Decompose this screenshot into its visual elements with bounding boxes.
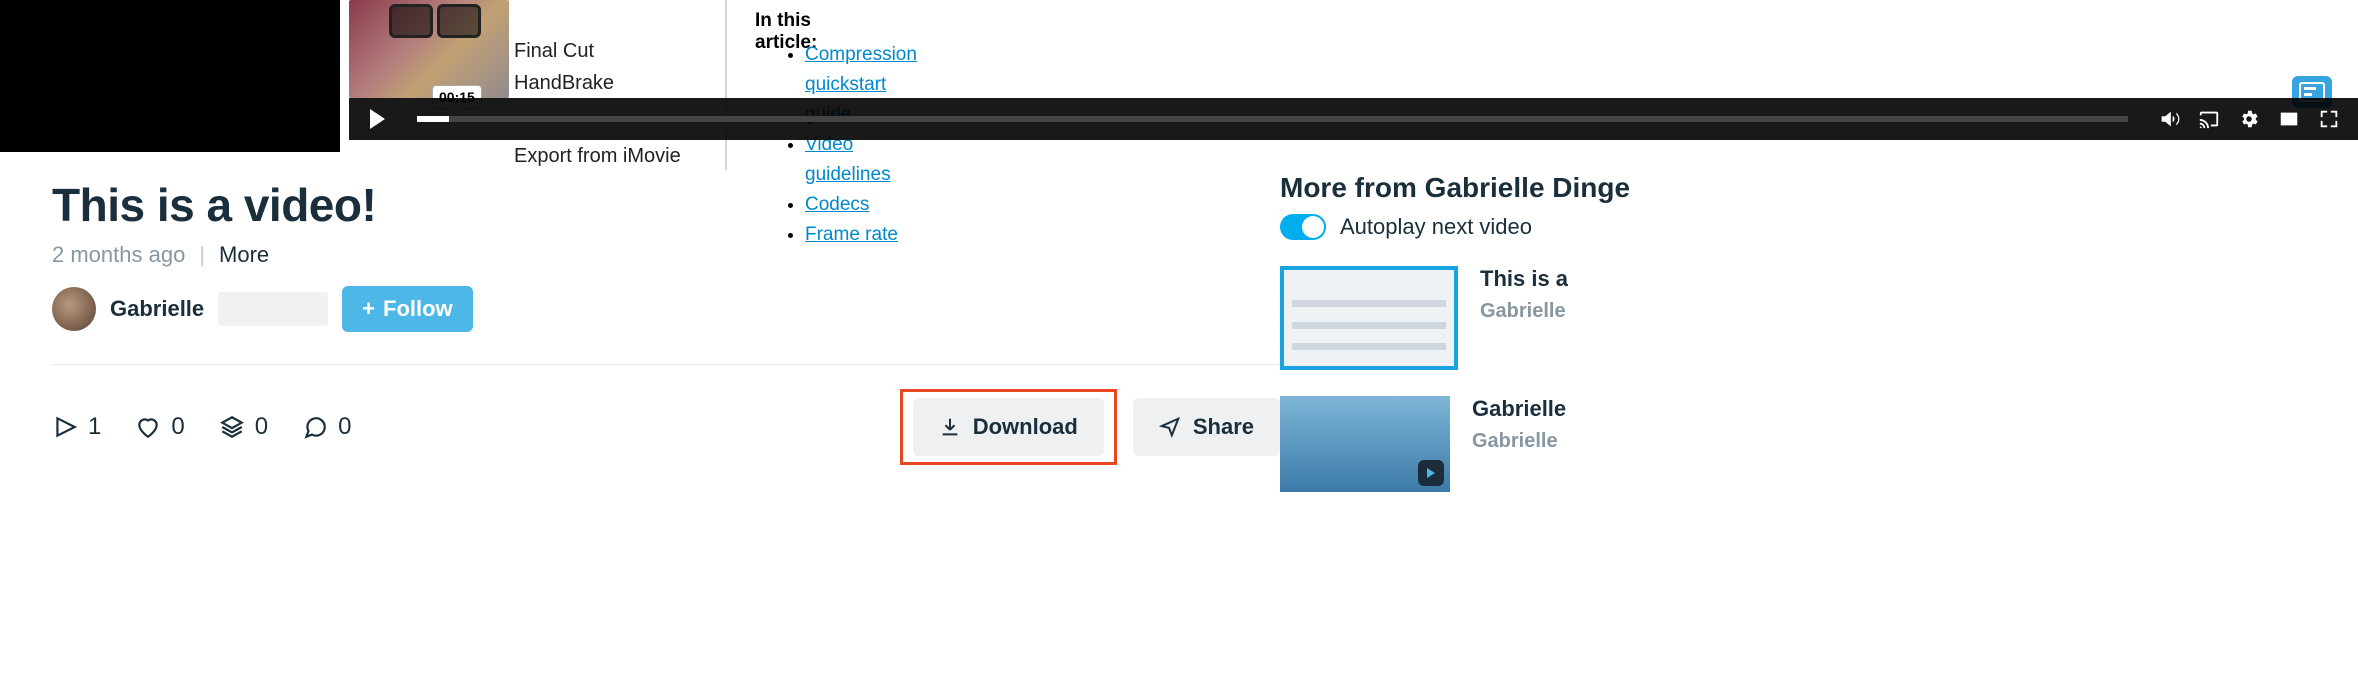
stat-collections[interactable]: 0 bbox=[219, 413, 268, 441]
thumbnail-photo bbox=[349, 0, 509, 98]
play-overlay-icon bbox=[1418, 460, 1444, 486]
video-player-region: Final Cut HandBrake Export from iMovie 0… bbox=[0, 0, 2358, 152]
plus-icon: + bbox=[362, 296, 375, 322]
divider: | bbox=[199, 242, 205, 268]
share-label: Share bbox=[1193, 414, 1254, 440]
article-link[interactable]: Frame rate bbox=[805, 224, 898, 245]
related-author: Gabrielle bbox=[1472, 430, 1566, 453]
related-author: Gabrielle bbox=[1480, 300, 1568, 323]
related-item[interactable]: This is a Gabrielle bbox=[1280, 266, 2358, 370]
download-highlight: Download bbox=[900, 389, 1117, 465]
play-outline-icon bbox=[52, 414, 78, 440]
slide-text: Final Cut bbox=[514, 40, 594, 63]
article-link[interactable]: Video guidelines bbox=[805, 134, 891, 185]
stat-likes[interactable]: 0 bbox=[135, 413, 184, 441]
volume-icon[interactable] bbox=[2158, 108, 2180, 130]
stats-row: 1 0 0 0 Downloa bbox=[52, 364, 1280, 465]
more-link[interactable]: More bbox=[219, 242, 269, 268]
share-button[interactable]: Share bbox=[1133, 398, 1280, 456]
fullscreen-icon[interactable] bbox=[2318, 108, 2340, 130]
autoplay-label: Autoplay next video bbox=[1340, 214, 1532, 240]
related-thumb bbox=[1280, 396, 1450, 492]
pip-icon[interactable] bbox=[2278, 108, 2300, 130]
page-title: This is a video! bbox=[52, 178, 1280, 232]
comment-icon bbox=[302, 414, 328, 440]
follow-label: Follow bbox=[383, 296, 453, 322]
settings-icon[interactable] bbox=[2238, 108, 2260, 130]
meta-row: 2 months ago | More bbox=[52, 242, 1280, 268]
collections-count: 0 bbox=[255, 413, 268, 441]
article-link[interactable]: Codecs bbox=[805, 194, 869, 215]
stat-plays: 1 bbox=[52, 413, 101, 441]
download-icon bbox=[939, 416, 961, 438]
comments-count: 0 bbox=[338, 413, 351, 441]
player-control-bar bbox=[349, 98, 2358, 140]
stat-comments[interactable]: 0 bbox=[302, 413, 351, 441]
related-item[interactable]: Gabrielle Gabrielle bbox=[1280, 396, 2358, 492]
play-button[interactable] bbox=[349, 109, 405, 129]
related-thumb bbox=[1280, 266, 1458, 370]
redacted-block bbox=[218, 292, 328, 326]
heart-icon bbox=[135, 414, 161, 440]
sidebar-heading: More from Gabrielle Dinge bbox=[1280, 172, 2358, 204]
slide-text: HandBrake bbox=[514, 72, 614, 95]
cast-icon[interactable] bbox=[2198, 108, 2220, 130]
related-title: Gabrielle bbox=[1472, 396, 1566, 422]
author-name[interactable]: Gabrielle bbox=[110, 296, 204, 322]
main-column: This is a video! 2 months ago | More Gab… bbox=[52, 172, 1280, 492]
plays-count: 1 bbox=[88, 413, 101, 441]
share-icon bbox=[1159, 416, 1181, 438]
video-left-black bbox=[0, 0, 340, 152]
sidebar: More from Gabrielle Dinge Autoplay next … bbox=[1280, 172, 2358, 492]
play-icon bbox=[370, 109, 385, 129]
download-label: Download bbox=[973, 414, 1078, 440]
related-title: This is a bbox=[1480, 266, 1568, 292]
progress-bar[interactable] bbox=[417, 116, 2128, 122]
avatar[interactable] bbox=[52, 287, 96, 331]
layers-icon bbox=[219, 414, 245, 440]
author-row: Gabrielle + Follow bbox=[52, 286, 1280, 332]
slide-text: Export from iMovie bbox=[514, 145, 681, 168]
autoplay-toggle[interactable] bbox=[1280, 214, 1326, 240]
upload-age: 2 months ago bbox=[52, 242, 185, 268]
likes-count: 0 bbox=[171, 413, 184, 441]
follow-button[interactable]: + Follow bbox=[342, 286, 473, 332]
download-button[interactable]: Download bbox=[913, 398, 1104, 456]
